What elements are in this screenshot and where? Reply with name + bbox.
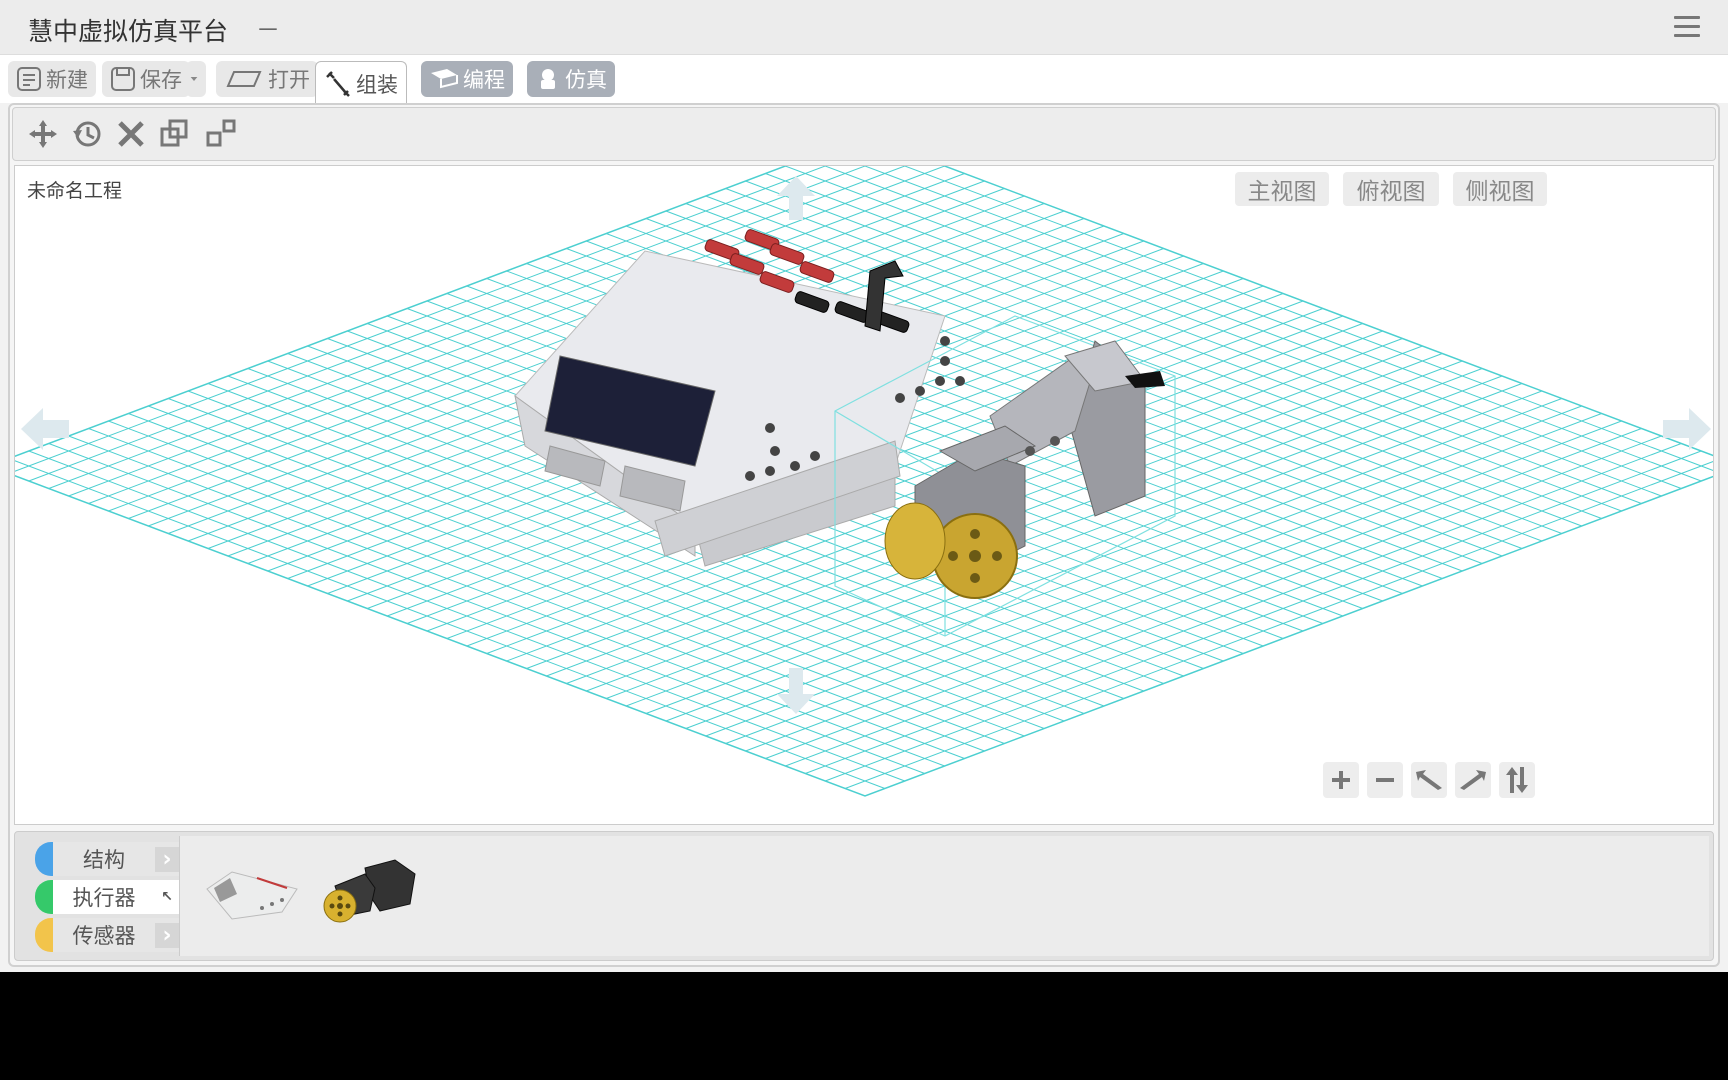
new-label: 新建: [46, 68, 88, 92]
category-color-marker: [35, 880, 53, 914]
top-view-button[interactable]: 俯视图: [1343, 172, 1439, 206]
refresh-icon: [1506, 767, 1528, 793]
program-label: 编程: [463, 68, 505, 92]
minus-icon: [1376, 778, 1394, 782]
edit-toolbar: [12, 107, 1716, 161]
arrow-up-left-icon: [1416, 770, 1442, 790]
save-button[interactable]: 保存: [102, 61, 190, 97]
arrow-down-icon[interactable]: [775, 666, 817, 716]
side-view-button[interactable]: 侧视图: [1453, 172, 1547, 206]
robot-icon: [541, 69, 555, 89]
app-window: 慧中虚拟仿真平台 － 新建 保存 打开 组装 编程 仿真 未命名工程 主视图 俯…: [0, 0, 1728, 972]
app-title: 慧中虚拟仿真平台: [28, 17, 229, 46]
save-label: 保存: [140, 68, 182, 92]
arrow-up-right-icon: [1460, 770, 1486, 790]
save-icon: [111, 67, 135, 91]
tab-program[interactable]: 编程: [421, 61, 513, 97]
motor-model[interactable]: [884, 340, 1165, 599]
save-dropdown-button[interactable]: [186, 61, 206, 97]
chevron-down-icon: [190, 77, 198, 81]
parts-palette: 结构 › 执行器 ↖ 传感器 ›: [14, 831, 1714, 961]
arrow-up-icon[interactable]: [775, 174, 817, 222]
move-icon[interactable]: [25, 116, 61, 152]
open-button[interactable]: 打开: [216, 61, 318, 97]
zoom-out-button[interactable]: [1367, 762, 1403, 798]
zoom-in-button[interactable]: [1323, 762, 1359, 798]
tab-simulate[interactable]: 仿真: [527, 61, 615, 97]
new-button[interactable]: 新建: [8, 61, 96, 97]
history-icon[interactable]: [69, 116, 105, 152]
cursor-icon: ↖: [161, 889, 173, 905]
chevron-right-icon: ›: [155, 922, 179, 948]
delete-icon[interactable]: [113, 116, 149, 152]
simulate-label: 仿真: [565, 68, 607, 92]
arrow-left-icon[interactable]: [19, 406, 71, 452]
category-label: 传感器: [72, 924, 136, 948]
parts-list: [179, 836, 1709, 956]
reset-view-button[interactable]: [1499, 762, 1535, 798]
category-label: 执行器: [72, 886, 136, 910]
scale-icon[interactable]: [203, 116, 239, 152]
category-structure[interactable]: 结构 ›: [35, 842, 179, 876]
category-actuator[interactable]: 执行器 ↖: [35, 880, 179, 914]
menu-icon[interactable]: [1674, 16, 1700, 40]
open-label: 打开: [268, 68, 310, 92]
category-label: 结构: [83, 848, 125, 872]
project-name: 未命名工程: [27, 180, 123, 202]
assemble-label: 组装: [356, 72, 398, 97]
category-color-marker: [35, 918, 53, 952]
category-color-marker: [35, 842, 53, 876]
front-view-button[interactable]: 主视图: [1235, 172, 1329, 206]
wrench-icon: [326, 70, 350, 97]
isometric-grid: [15, 166, 1713, 797]
rotate-left-button[interactable]: [1411, 762, 1447, 798]
tab-assemble[interactable]: 组装: [315, 61, 407, 105]
rotate-right-button[interactable]: [1455, 762, 1491, 798]
arrow-right-icon[interactable]: [1661, 406, 1713, 452]
copy-icon[interactable]: [157, 116, 193, 152]
chevron-right-icon: ›: [155, 846, 179, 872]
folder-icon: [226, 71, 262, 87]
book-icon: [431, 69, 458, 89]
controller-part-thumbnail[interactable]: [202, 864, 302, 924]
title-suffix: －: [256, 16, 280, 44]
3d-viewport[interactable]: 未命名工程 主视图 俯视图 侧视图: [14, 165, 1714, 825]
plus-icon: [1332, 771, 1350, 789]
title-bar: 慧中虚拟仿真平台 －: [0, 0, 1728, 55]
category-sensor[interactable]: 传感器 ›: [35, 918, 179, 952]
main-toolbar: 新建 保存 打开 组装 编程 仿真: [0, 55, 1728, 105]
motor-part-thumbnail[interactable]: [320, 856, 420, 926]
document-icon: [17, 67, 41, 91]
